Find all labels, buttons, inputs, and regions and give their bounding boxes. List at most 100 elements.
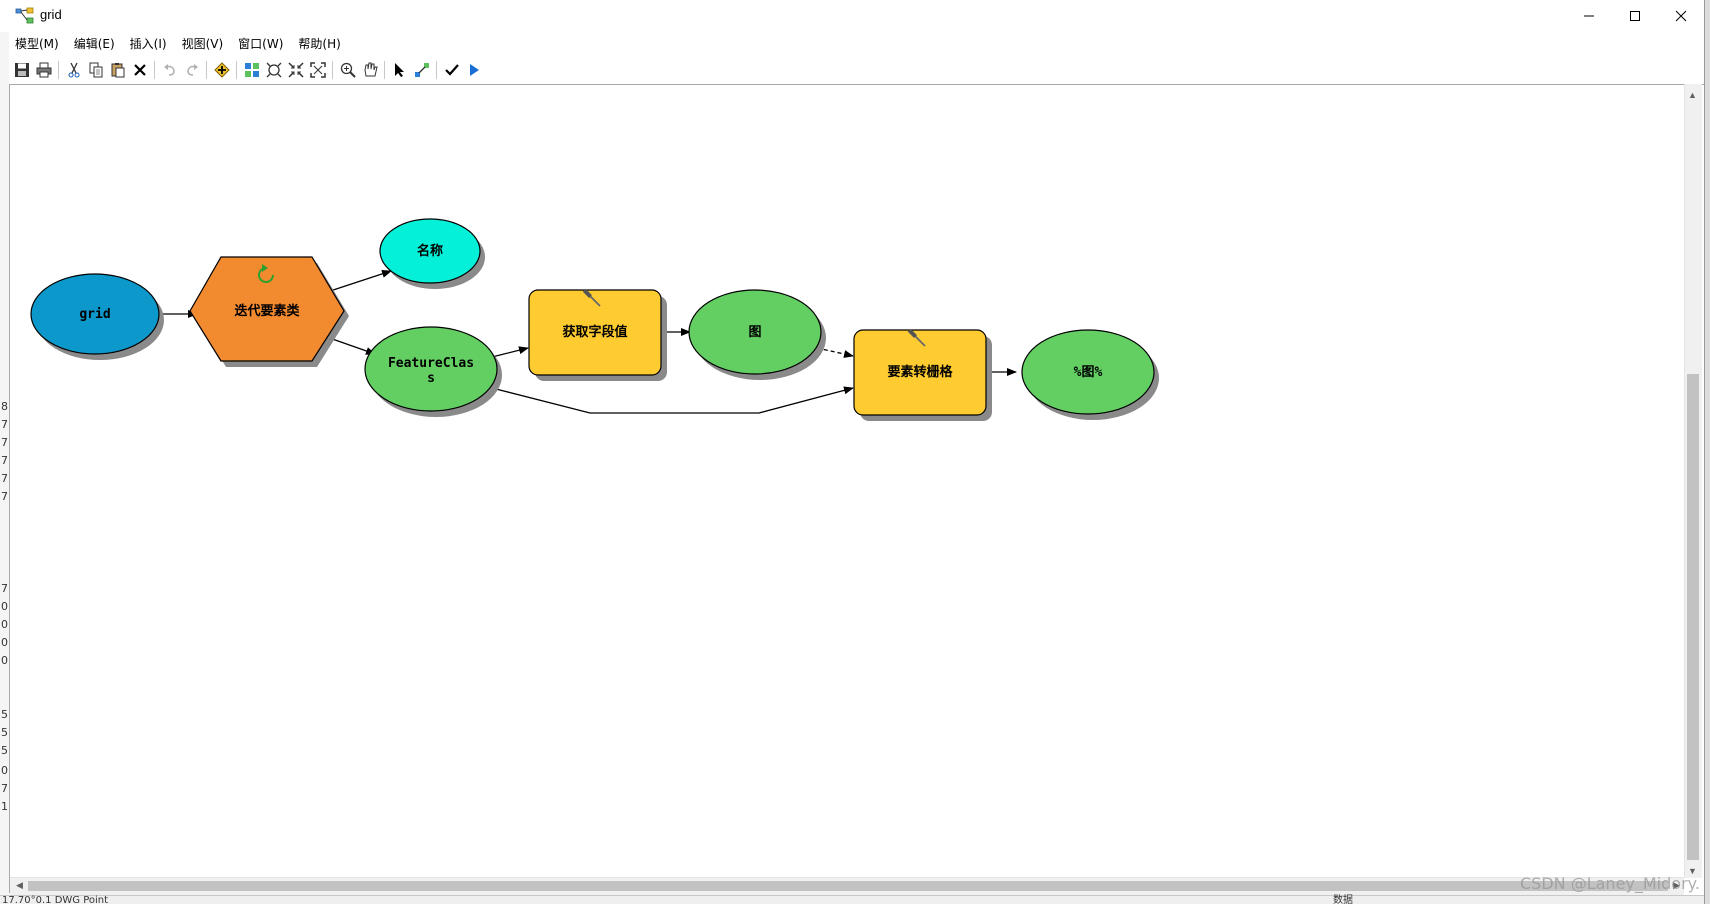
close-button[interactable] <box>1658 0 1704 32</box>
fit-to-window-button[interactable] <box>285 59 307 81</box>
connector-featureclass-to-torast[interactable] <box>491 386 854 414</box>
menu-edit[interactable]: 编辑(E) <box>68 33 121 55</box>
redo-icon <box>187 64 198 76</box>
pan-icon <box>364 62 378 77</box>
toolbar-separator <box>384 61 386 79</box>
toolbar <box>11 58 485 82</box>
node-tu-label: 图 <box>748 325 761 340</box>
add-data-icon <box>214 62 230 78</box>
maximize-button[interactable] <box>1612 0 1658 32</box>
toolbar-separator <box>206 61 208 79</box>
toolbar-separator <box>436 61 438 79</box>
background-window-edge <box>1704 0 1710 904</box>
zoom-extent-button[interactable] <box>307 59 329 81</box>
background-digit: 0 <box>1 654 8 667</box>
cut-button[interactable] <box>63 59 85 81</box>
toolbar-separator <box>332 61 334 79</box>
node-output[interactable]: %图% <box>1021 329 1159 420</box>
cut-icon <box>68 62 80 78</box>
close-icon <box>1675 10 1687 22</box>
node-torast[interactable]: 要素转栅格 <box>853 328 992 421</box>
save-icon <box>15 63 29 77</box>
node-getfield[interactable]: 获取字段值 <box>528 288 667 381</box>
redo-button[interactable] <box>181 59 203 81</box>
background-digit: 7 <box>1 436 8 449</box>
full-extent-button[interactable] <box>263 59 285 81</box>
horizontal-scroll-thumb[interactable] <box>28 881 1668 891</box>
run-button[interactable] <box>463 59 485 81</box>
paste-icon <box>111 63 125 78</box>
auto-layout-icon <box>245 63 259 77</box>
menu-help[interactable]: 帮助(H) <box>292 33 346 55</box>
full-extent-icon <box>266 62 282 78</box>
node-output-label: %图% <box>1074 365 1103 380</box>
toolbar-separator <box>154 61 156 79</box>
add-data-button[interactable] <box>211 59 233 81</box>
paste-button[interactable] <box>107 59 129 81</box>
node-tu[interactable]: 图 <box>688 289 826 380</box>
pan-button[interactable] <box>359 59 381 81</box>
vertical-scroll-thumb[interactable] <box>1687 374 1699 860</box>
scroll-left-arrow-icon[interactable]: ◀ <box>11 877 28 894</box>
node-featureclass[interactable]: FeatureClas s <box>364 326 502 417</box>
node-iterate-label: 迭代要素类 <box>234 303 300 319</box>
background-digit: 0 <box>1 636 8 649</box>
background-digit: 7 <box>1 418 8 431</box>
menu-window[interactable]: 窗口(W) <box>232 33 289 55</box>
menu-insert[interactable]: 插入(I) <box>124 33 173 55</box>
print-icon <box>36 62 52 78</box>
background-digit: 8 <box>1 400 8 413</box>
menu-model[interactable]: 模型(M) <box>9 33 65 55</box>
background-digit: 0 <box>1 600 8 613</box>
node-featureclass-label-line2: s <box>427 371 435 386</box>
background-status-text: 17.70°0.1 DWG Point <box>2 895 109 904</box>
copy-button[interactable] <box>85 59 107 81</box>
select-button[interactable] <box>389 59 411 81</box>
model-canvas[interactable]: grid 迭代要素类 名称 FeatureClas s 获取字段值 图 要素转栅… <box>9 84 1704 893</box>
zoom-extent-icon <box>310 62 326 78</box>
validate-icon <box>445 64 459 76</box>
connector-featureclass-to-getfield[interactable] <box>491 346 529 358</box>
node-featureclass-label-line1: FeatureClas <box>388 356 474 371</box>
background-digit: 0 <box>1 764 8 777</box>
minimize-icon <box>1584 15 1594 17</box>
background-digit: 7 <box>1 454 8 467</box>
node-getfield-label: 获取字段值 <box>562 324 627 340</box>
background-digit: 0 <box>1 618 8 631</box>
background-digit: 7 <box>1 582 8 595</box>
background-digit: 7 <box>1 490 8 503</box>
title-bar[interactable]: grid <box>0 0 1704 32</box>
zoom-in-button[interactable] <box>337 59 359 81</box>
model-diagram[interactable]: grid 迭代要素类 名称 FeatureClas s 获取字段值 图 要素转栅… <box>10 85 1685 877</box>
node-grid[interactable]: grid <box>30 273 164 360</box>
toolbar-separator <box>236 61 238 79</box>
node-grid-label: grid <box>79 307 110 322</box>
node-name[interactable]: 名称 <box>379 218 485 289</box>
print-button[interactable] <box>33 59 55 81</box>
toolbar-separator <box>58 61 60 79</box>
background-tab-label: 数据 <box>1333 895 1353 904</box>
node-iterate[interactable]: 迭代要素类 <box>189 256 349 367</box>
delete-button[interactable] <box>129 59 151 81</box>
undo-button[interactable] <box>159 59 181 81</box>
scroll-up-arrow-icon[interactable]: ▲ <box>1684 86 1701 103</box>
background-digit: 7 <box>1 472 8 485</box>
menu-view[interactable]: 视图(V) <box>176 33 230 55</box>
watermark: CSDN @Laney_Midory. <box>1520 874 1700 893</box>
auto-layout-button[interactable] <box>241 59 263 81</box>
model-builder-icon <box>15 7 34 24</box>
save-button[interactable] <box>11 59 33 81</box>
background-digit: 5 <box>1 726 8 739</box>
model-builder-window: 8 7 7 7 7 7 7 0 0 0 0 5 5 5 0 7 1 grid 模型(M) 编辑(E) 插入(I)… <box>0 0 1710 904</box>
run-icon <box>470 64 479 76</box>
background-digit: 7 <box>1 782 8 795</box>
background-digit: 5 <box>1 708 8 721</box>
copy-icon <box>89 62 103 78</box>
menu-bar: 模型(M) 编辑(E) 插入(I) 视图(V) 窗口(W) 帮助(H) <box>9 33 350 55</box>
node-name-label: 名称 <box>417 243 443 259</box>
minimize-button[interactable] <box>1566 0 1612 32</box>
connect-button[interactable] <box>411 59 433 81</box>
background-digit: 1 <box>1 800 8 813</box>
background-window-strip: 8 7 7 7 7 7 7 0 0 0 0 5 5 5 0 7 1 <box>0 0 9 904</box>
validate-button[interactable] <box>441 59 463 81</box>
